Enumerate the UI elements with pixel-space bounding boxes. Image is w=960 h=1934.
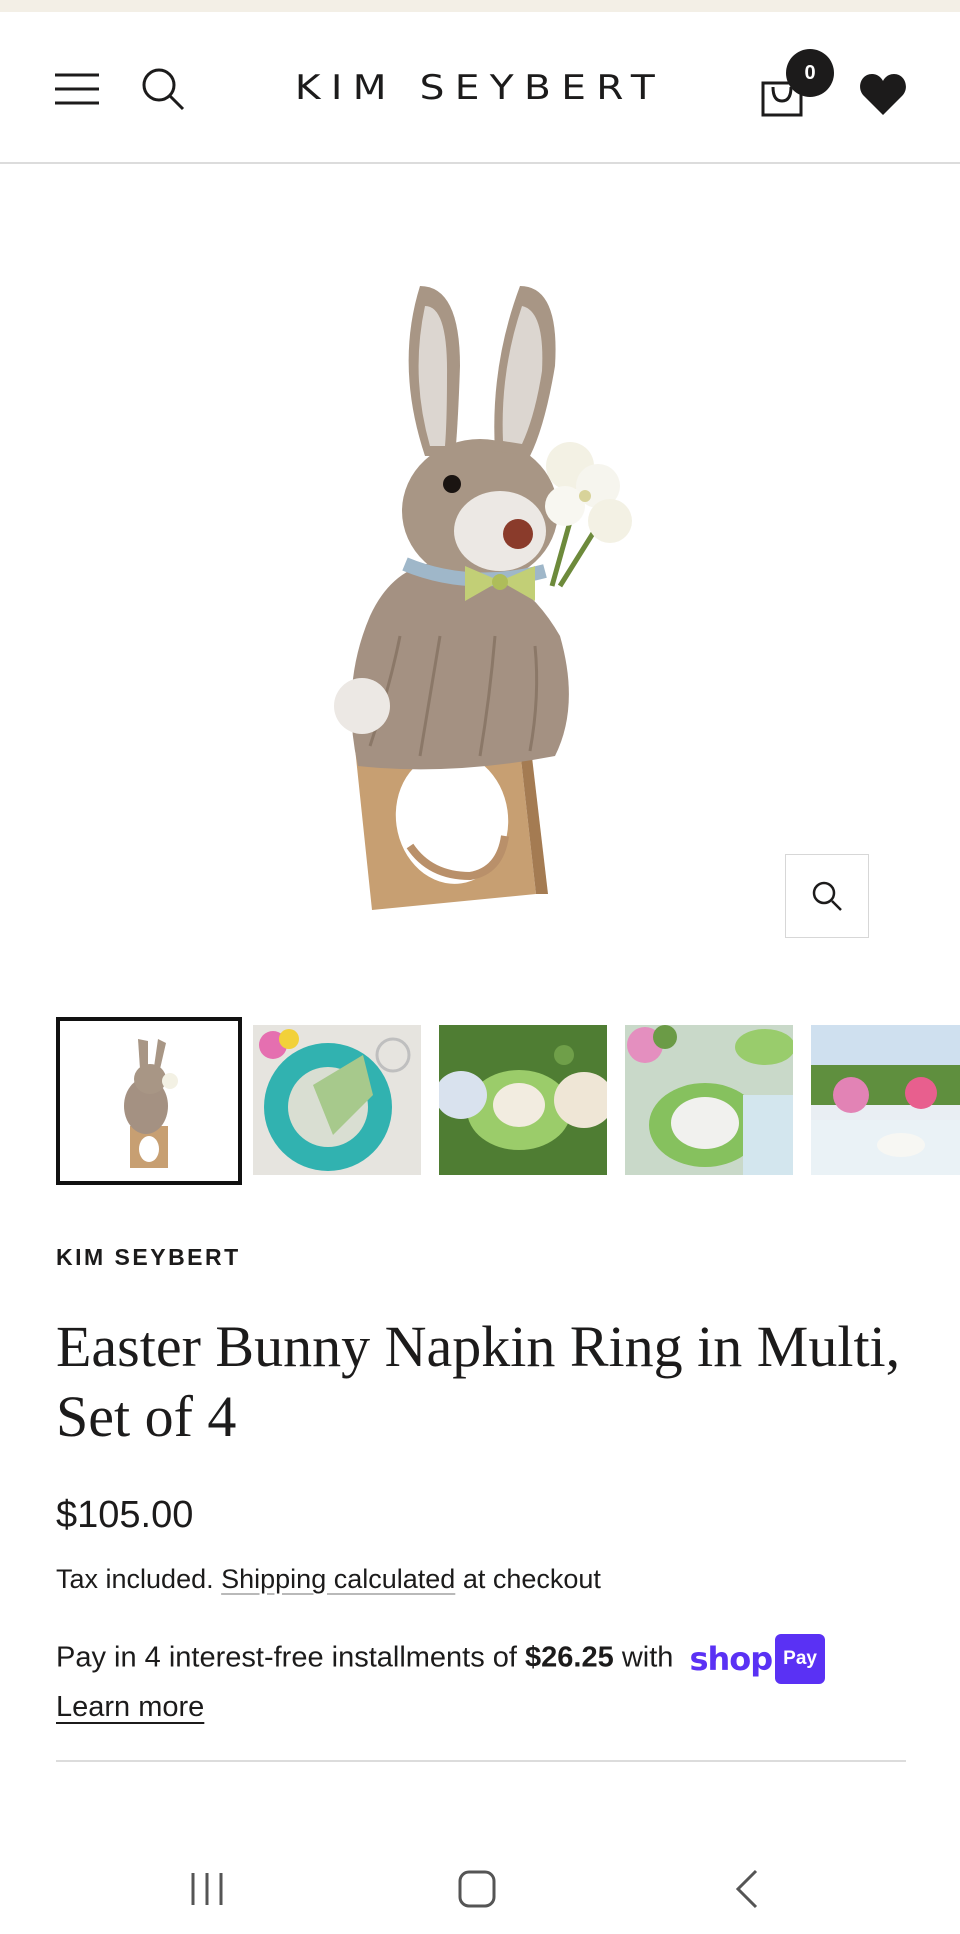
home-icon xyxy=(458,1870,496,1908)
installments-with: with xyxy=(621,1641,674,1674)
zoom-icon xyxy=(812,881,842,911)
zoom-button[interactable] xyxy=(785,854,869,938)
tax-prefix: Tax included. xyxy=(56,1564,214,1594)
search-button[interactable] xyxy=(136,62,190,116)
bunny-thumbnail-image xyxy=(60,1021,238,1181)
shipping-link[interactable]: Shipping calculated xyxy=(221,1564,455,1594)
teal-placemat-thumbnail-image xyxy=(253,1025,421,1175)
thumbnail-3[interactable] xyxy=(439,1025,607,1175)
garden-party-thumbnail-image xyxy=(811,1025,960,1175)
grass-table-thumbnail-image xyxy=(439,1025,607,1175)
thumbnail-5[interactable] xyxy=(811,1025,960,1175)
site-header: KIM SEYBERT 0 xyxy=(0,12,960,164)
thumbnail-2[interactable] xyxy=(253,1025,421,1175)
cart-count-badge: 0 xyxy=(786,49,834,97)
installments-prefix: Pay in 4 interest-free installments of xyxy=(56,1641,517,1674)
recent-apps-button[interactable] xyxy=(172,1854,242,1924)
menu-button[interactable] xyxy=(50,62,104,116)
installment-amount: $26.25 xyxy=(525,1641,614,1674)
back-chevron-icon xyxy=(735,1869,758,1909)
back-button[interactable] xyxy=(712,1854,782,1924)
product-vendor[interactable]: KIM SEYBERT xyxy=(56,1244,241,1271)
heart-icon xyxy=(860,74,906,115)
product-title: Easter Bunny Napkin Ring in Multi, Set o… xyxy=(56,1314,901,1449)
product-price: $105.00 xyxy=(56,1494,194,1536)
tablescape-thumbnail-image xyxy=(625,1025,793,1175)
installments-note: Pay in 4 interest-free installments of $… xyxy=(56,1634,916,1730)
recent-apps-icon xyxy=(191,1873,223,1905)
wishlist-button[interactable] xyxy=(856,67,910,121)
thumbnail-4[interactable] xyxy=(625,1025,793,1175)
shop-pay-wordmark: shop xyxy=(689,1640,773,1678)
thumbnail-1[interactable] xyxy=(56,1017,242,1185)
section-divider xyxy=(56,1760,906,1762)
shop-pay-pill: Pay xyxy=(775,1634,825,1684)
home-button[interactable] xyxy=(442,1854,512,1924)
tax-suffix: at checkout xyxy=(462,1564,601,1594)
hamburger-icon xyxy=(55,73,99,105)
search-icon xyxy=(142,68,185,111)
tax-shipping-note: Tax included. Shipping calculated at che… xyxy=(56,1564,601,1595)
thumbnail-gallery xyxy=(56,1017,960,1185)
store-logo[interactable]: KIM SEYBERT xyxy=(239,68,722,112)
system-navigation-bar xyxy=(0,1840,960,1934)
learn-more-link[interactable]: Learn more xyxy=(56,1691,204,1723)
status-strip xyxy=(0,0,960,12)
shop-pay-logo: shop Pay xyxy=(689,1634,825,1684)
